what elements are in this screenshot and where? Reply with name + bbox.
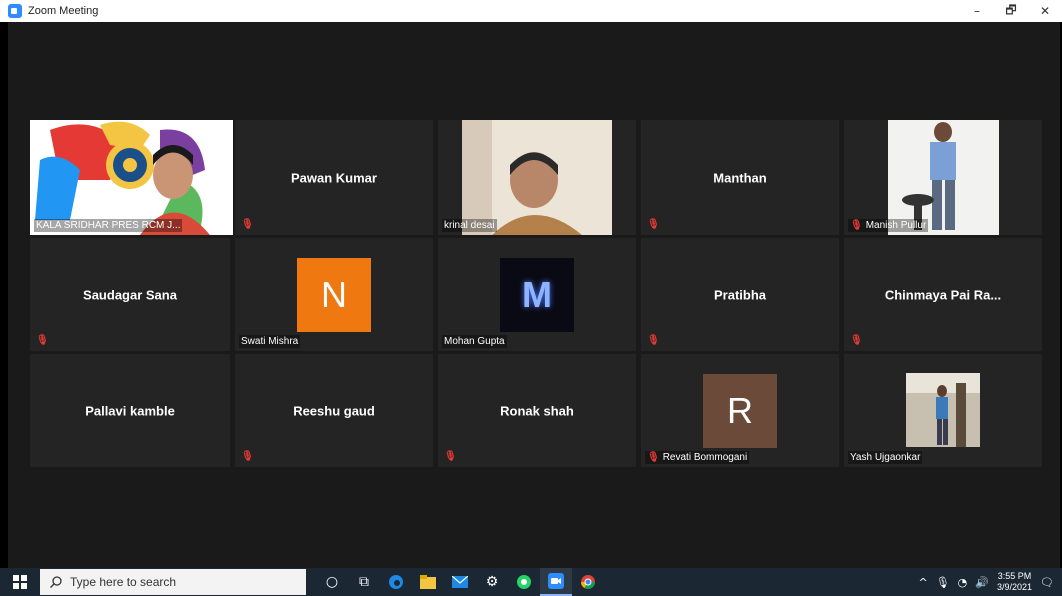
volume-icon[interactable]: 🔊 xyxy=(975,576,989,589)
window-title: Zoom Meeting xyxy=(28,5,99,17)
zoom-app-icon xyxy=(8,4,22,18)
taskbar-apps: ○ ⧉ ⚙ xyxy=(316,568,604,596)
restore-button[interactable]: 🗗 xyxy=(994,0,1028,22)
microphone-icon[interactable]: 🎙 xyxy=(936,576,950,589)
participant-label: Mohan Gupta xyxy=(442,335,507,348)
participant-video xyxy=(462,120,612,235)
participant-tile-9[interactable]: Pratibha 🎙 xyxy=(641,238,839,351)
mic-muted-icon: 🎙 xyxy=(850,335,863,346)
settings-gear-icon[interactable]: ⚙ xyxy=(476,568,508,596)
mic-muted-icon: 🎙 xyxy=(36,335,49,346)
avatar: R xyxy=(703,373,777,448)
window-controls: – 🗗 ✕ xyxy=(960,0,1062,22)
whatsapp-icon[interactable] xyxy=(508,568,540,596)
start-button[interactable] xyxy=(0,568,40,596)
windows-taskbar: Type here to search ○ ⧉ ⚙ ^ 🎙 ◔ 🔊 3:55 P… xyxy=(0,568,1062,596)
participant-tile-15[interactable]: Yash Ujgaonkar xyxy=(844,354,1042,467)
participant-video xyxy=(30,120,233,235)
mail-icon[interactable] xyxy=(444,568,476,596)
windows-logo-icon xyxy=(13,575,27,589)
mic-muted-icon: 🎙 xyxy=(241,451,254,462)
cortana-icon[interactable]: ○ xyxy=(316,568,348,596)
participant-tile-13[interactable]: Ronak shah 🎙 xyxy=(438,354,636,467)
participant-tile-7[interactable]: N Swati Mishra xyxy=(235,238,433,351)
participant-label: krinal desai xyxy=(442,219,497,232)
mic-muted-icon: 🎙 xyxy=(647,452,660,463)
participant-tile-5[interactable]: 🎙 Manish Pullur xyxy=(844,120,1042,235)
participant-tile-3[interactable]: krinal desai xyxy=(438,120,636,235)
participant-tile-1[interactable]: KALA SRIDHAR PRES RCM J... xyxy=(30,120,233,235)
participant-tile-2[interactable]: Pawan Kumar 🎙 xyxy=(235,120,433,235)
close-button[interactable]: ✕ xyxy=(1028,0,1062,22)
mic-muted-icon: 🎙 xyxy=(444,451,457,462)
wifi-icon[interactable]: ◔ xyxy=(958,576,968,589)
mic-muted-icon: 🎙 xyxy=(241,219,254,230)
participant-label: Yash Ujgaonkar xyxy=(848,451,923,464)
participant-name: Pallavi kamble xyxy=(85,403,175,418)
participant-name: Saudagar Sana xyxy=(83,287,177,302)
participant-label: 🎙 Revati Bommogani xyxy=(645,451,750,464)
mic-muted-icon: 🎙 xyxy=(647,335,660,346)
edge-browser-icon[interactable] xyxy=(380,568,412,596)
search-placeholder: Type here to search xyxy=(70,575,177,589)
participant-tile-4[interactable]: Manthan 🎙 xyxy=(641,120,839,235)
participant-tile-10[interactable]: Chinmaya Pai Ra... 🎙 xyxy=(844,238,1042,351)
gallery-view: KALA SRIDHAR PRES RCM J... Pawan Kumar 🎙… xyxy=(8,22,1060,568)
participant-name: Chinmaya Pai Ra... xyxy=(884,287,1002,302)
chrome-icon[interactable] xyxy=(572,568,604,596)
participant-name: Manthan xyxy=(713,170,767,185)
taskbar-search[interactable]: Type here to search xyxy=(40,569,306,595)
notifications-icon[interactable]: 🗨 xyxy=(1040,576,1054,589)
file-explorer-icon[interactable] xyxy=(412,568,444,596)
avatar: N xyxy=(297,257,371,332)
participant-label: KALA SRIDHAR PRES RCM J... xyxy=(34,219,183,232)
participant-video xyxy=(906,373,980,447)
participant-name: Pawan Kumar xyxy=(291,170,377,185)
system-tray: ^ 🎙 ◔ 🔊 3:55 PM 3/9/2021 🗨 xyxy=(918,568,1062,596)
minimize-button[interactable]: – xyxy=(960,0,994,22)
participant-tile-6[interactable]: Saudagar Sana 🎙 xyxy=(30,238,230,351)
participant-tile-14[interactable]: R 🎙 Revati Bommogani xyxy=(641,354,839,467)
participant-label: 🎙 Manish Pullur xyxy=(848,219,929,232)
participant-video xyxy=(888,120,999,235)
participant-name: Reeshu gaud xyxy=(293,403,375,418)
participant-name: Pratibha xyxy=(713,287,766,302)
task-view-icon[interactable]: ⧉ xyxy=(348,568,380,596)
mic-muted-icon: 🎙 xyxy=(850,220,863,231)
participant-tile-8[interactable]: M Mohan Gupta xyxy=(438,238,636,351)
search-icon xyxy=(50,576,62,588)
participant-tile-12[interactable]: Reeshu gaud 🎙 xyxy=(235,354,433,467)
chevron-up-icon[interactable]: ^ xyxy=(918,576,927,589)
mic-muted-icon: 🎙 xyxy=(647,219,660,230)
participant-label: Swati Mishra xyxy=(239,335,301,348)
system-clock[interactable]: 3:55 PM 3/9/2021 xyxy=(997,571,1032,593)
title-bar: Zoom Meeting – 🗗 ✕ xyxy=(0,0,1062,22)
participant-name: Ronak shah xyxy=(500,403,574,418)
avatar: M xyxy=(500,257,574,332)
zoom-taskbar-icon[interactable] xyxy=(540,568,572,596)
participant-tile-11[interactable]: Pallavi kamble xyxy=(30,354,230,467)
